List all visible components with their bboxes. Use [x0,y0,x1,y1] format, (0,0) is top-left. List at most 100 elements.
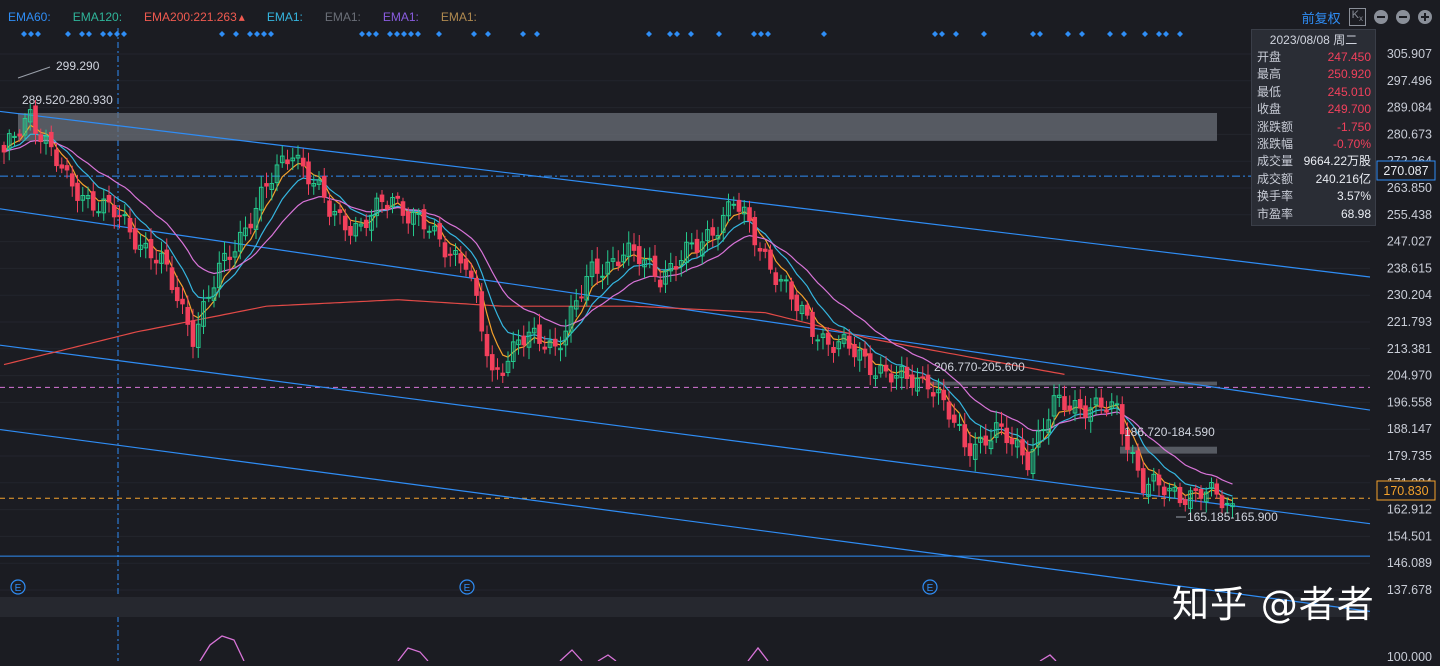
info-value: -1.750 [1336,119,1371,134]
candle-body [342,215,348,231]
candle-body [636,246,642,265]
candle-body [405,211,411,224]
candle-body [689,242,695,245]
chart-stage[interactable]: 299.290 289.520-280.930 206.770-205.600 186… [0,0,1440,664]
chart-background [0,0,1440,661]
candle-body [421,209,427,230]
candle-body [710,227,716,236]
price-tag-value: 270.087 [1383,164,1428,178]
candle-body [967,443,973,457]
kx-icon[interactable]: Kx [1348,7,1366,27]
candle-body [1004,427,1010,444]
candle-body [946,401,952,420]
candle-body [363,219,369,229]
candle-body [537,324,542,344]
zone-label: 186.720-184.590 [1124,425,1215,439]
candle-body [148,238,154,259]
zone-label: 206.770-205.600 [934,360,1025,374]
candle-body [831,347,836,353]
info-value: 247.450 [1327,50,1371,64]
price-tag: 270.087 [1376,160,1436,181]
candle-body [736,199,742,212]
candle-body [337,209,343,213]
info-row: 收盘 249.700 [1252,101,1375,118]
candle-body [321,175,327,198]
candle-body [1098,397,1104,408]
y-tick-label: 213.381 [1387,342,1432,356]
candle-body [1077,399,1083,409]
candle-body [458,253,464,264]
candle-body [600,275,605,278]
candle-body [122,214,128,217]
zoom-out-icon[interactable] [1396,10,1410,24]
candle-body [1193,488,1199,491]
event-marker[interactable]: E [922,579,938,595]
candle-body [479,291,485,332]
volume-strip [0,597,1370,617]
y-tick-label: 221.793 [1387,315,1432,329]
candle-body [426,230,432,233]
candle-body [773,272,779,285]
ema-legend-item: EMA1: [266,10,303,24]
y-tick-label: 204.970 [1387,369,1432,383]
y-tick-label: 297.496 [1387,74,1432,88]
candle-body [815,339,821,342]
candle-body [1161,486,1167,496]
candle-body [447,253,453,256]
candle-body [48,131,54,148]
info-row: 开盘 247.450 [1252,49,1375,66]
info-label: 开盘 [1257,50,1282,64]
candle-body [983,435,989,446]
price-chart[interactable]: 299.290 289.520-280.930 206.770-205.600 186… [0,0,1440,664]
info-label: 市盈率 [1257,206,1294,221]
info-row: 最低 245.010 [1252,84,1375,101]
candle-body [489,354,495,371]
info-value: 3.57% [1336,189,1371,204]
candle-body [794,294,800,312]
candle-body [951,414,957,423]
candle-body [1214,483,1220,495]
candle-body [925,374,931,390]
candle-body [190,320,196,347]
event-marker[interactable]: E [10,579,26,595]
ema200-arrow: ▴ [238,10,245,24]
candle-body [1083,405,1088,418]
candle-body [111,205,117,218]
candle-body [153,259,159,264]
candle-body [59,164,65,169]
candle-body [495,367,500,370]
price-tag-value: 170.830 [1383,484,1428,498]
candle-body [306,161,311,185]
candle-body [117,215,122,218]
minimize-icon[interactable] [1374,10,1388,24]
candle-body [1156,474,1162,486]
info-label: 涨跌幅 [1257,136,1294,151]
candle-body [768,249,773,270]
candle-body [731,203,737,206]
event-marker[interactable]: E [459,579,475,595]
info-value: 249.700 [1327,102,1371,117]
price-zone [18,112,1217,141]
oscillator-tick: 100.000 [1387,650,1432,661]
info-label: 最高 [1257,67,1282,82]
ema-legend: EMA60: EMA120: EMA200:221.263 ▴ EMA1: EMA1: EM… [8,10,499,26]
candle-body [804,304,810,316]
candle-body [180,298,185,305]
candle-body [752,216,758,246]
y-tick-label: 162.912 [1387,503,1432,517]
candle-body [1,144,7,153]
candle-body [1177,486,1183,504]
candle-body [941,389,947,401]
candle-body [395,195,401,199]
zoom-in-icon[interactable] [1418,10,1432,24]
candle-body [400,201,406,216]
adjust-mode-button[interactable]: 前复权 [1302,8,1341,27]
y-tick-label: 263.850 [1387,181,1432,195]
y-tick-label: 305.907 [1387,47,1432,61]
candle-body [500,372,506,376]
price-zone [930,381,1217,386]
info-row: 换手率 3.57% [1252,188,1375,205]
candle-body [521,335,527,346]
candle-body [64,165,70,171]
candle-body [846,335,852,349]
